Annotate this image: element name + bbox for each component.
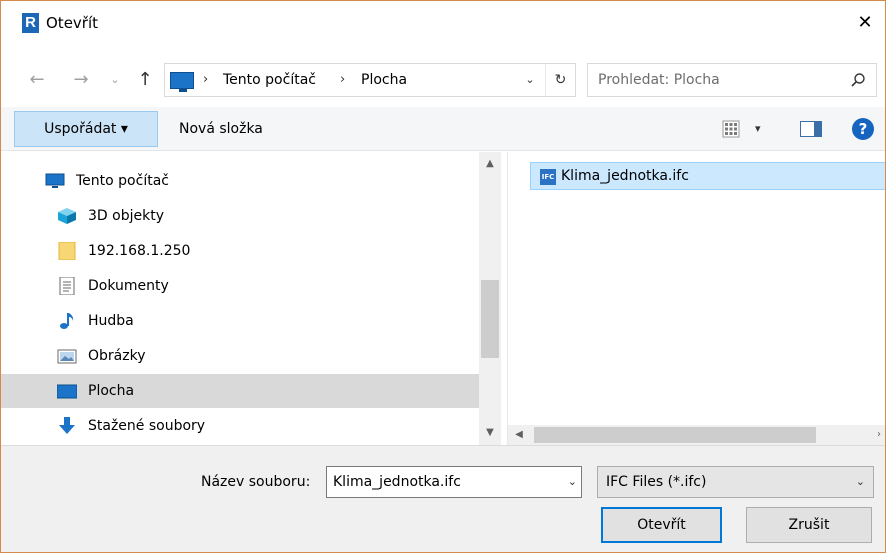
desktop-icon: [57, 384, 77, 399]
nav-item-downloads[interactable]: Stažené soubory: [1, 409, 479, 443]
open-file-dialog: R Otevřít ✕ ← → ⌄ ↑ › Tento počítač › Pl…: [0, 0, 886, 553]
nav-item-label: Tento počítač: [76, 173, 169, 189]
navigation-pane: Tento počítač 3D objekty 192.168.1.250 D…: [1, 152, 479, 445]
up-button[interactable]: ↑: [131, 63, 159, 97]
nav-item-network-folder[interactable]: 192.168.1.250: [1, 234, 479, 268]
file-list-horizontal-scrollbar[interactable]: ◀ ›: [508, 425, 885, 445]
nav-item-label: Dokumenty: [88, 278, 169, 294]
scroll-left-icon[interactable]: ◀: [508, 425, 530, 445]
address-dropdown-icon[interactable]: ⌄: [522, 64, 538, 96]
documents-icon: [59, 277, 75, 295]
downloads-icon: [59, 417, 75, 434]
nav-item-label: 192.168.1.250: [88, 243, 191, 259]
nav-item-3d-objects[interactable]: 3D objekty: [1, 199, 479, 233]
new-folder-button[interactable]: Nová složka: [179, 111, 263, 147]
refresh-button[interactable]: ↻: [545, 64, 575, 96]
ifc-file-icon: IFC: [540, 169, 556, 185]
scrollbar-thumb[interactable]: [534, 427, 816, 443]
breadcrumb-separator-icon[interactable]: ›: [203, 64, 208, 96]
filetype-dropdown-icon[interactable]: ⌄: [856, 467, 865, 497]
music-icon: [60, 313, 74, 329]
help-icon[interactable]: ?: [852, 118, 874, 140]
filetype-value: IFC Files (*.ifc): [606, 474, 707, 490]
nav-item-label: Obrázky: [88, 348, 146, 364]
command-toolbar: Uspořádat ▾ Nová složka ▾ ?: [1, 107, 885, 151]
nav-item-pictures[interactable]: Obrázky: [1, 339, 479, 373]
computer-icon: [45, 173, 65, 188]
3d-objects-icon: [58, 208, 76, 224]
open-button[interactable]: Otevřít: [601, 507, 722, 543]
nav-item-label: 3D objekty: [88, 208, 164, 224]
revit-app-icon: R: [22, 13, 39, 33]
preview-pane-icon[interactable]: [800, 121, 822, 137]
back-button[interactable]: ←: [23, 63, 51, 97]
filename-label: Název souboru:: [201, 474, 311, 490]
search-input[interactable]: [598, 64, 838, 96]
forward-button[interactable]: →: [67, 63, 95, 97]
scroll-up-icon[interactable]: ▲: [479, 152, 501, 176]
folder-icon: [58, 242, 76, 260]
organize-button[interactable]: Uspořádat ▾: [14, 111, 158, 147]
search-icon[interactable]: [850, 72, 866, 88]
breadcrumb-separator-icon[interactable]: ›: [340, 64, 345, 96]
nav-item-this-pc[interactable]: Tento počítač: [1, 164, 479, 198]
breadcrumb-desktop[interactable]: Plocha: [361, 64, 407, 96]
nav-item-label: Stažené soubory: [88, 418, 206, 434]
filename-combobox[interactable]: ⌄: [326, 466, 582, 498]
scrollbar-thumb[interactable]: [481, 280, 499, 358]
file-list: IFC Klima_jednotka.ifc: [508, 152, 885, 423]
scroll-right-icon[interactable]: ›: [877, 425, 885, 445]
nav-item-label: Hudba: [88, 313, 134, 329]
address-bar[interactable]: › Tento počítač › Plocha ⌄ ↻: [164, 63, 576, 97]
breadcrumb-this-pc[interactable]: Tento počítač: [223, 64, 316, 96]
close-button[interactable]: ✕: [843, 11, 885, 35]
nav-item-desktop[interactable]: Plocha: [1, 374, 479, 408]
dialog-footer: Název souboru: ⌄ IFC Files (*.ifc) ⌄ Ote…: [1, 445, 885, 552]
nav-item-documents[interactable]: Dokumenty: [1, 269, 479, 303]
filetype-select[interactable]: IFC Files (*.ifc) ⌄: [597, 466, 874, 498]
view-options-icon[interactable]: [722, 120, 740, 138]
address-row: ← → ⌄ ↑ › Tento počítač › Plocha ⌄ ↻: [1, 63, 885, 97]
recent-locations-chevron-icon[interactable]: ⌄: [107, 63, 123, 97]
file-item-klima-jednotka[interactable]: IFC Klima_jednotka.ifc: [530, 162, 885, 190]
view-dropdown-icon[interactable]: ▾: [755, 120, 761, 138]
pictures-icon: [57, 349, 77, 364]
nav-item-music[interactable]: Hudba: [1, 304, 479, 338]
search-box[interactable]: [587, 63, 877, 97]
file-item-label: Klima_jednotka.ifc: [561, 168, 689, 184]
title-bar: R Otevřít ✕: [1, 1, 885, 35]
navigation-scrollbar[interactable]: ▲ ▼: [479, 152, 501, 445]
filename-input[interactable]: [333, 467, 553, 497]
filename-dropdown-icon[interactable]: ⌄: [568, 467, 577, 497]
window-title: Otevřít: [46, 14, 99, 32]
computer-icon: [170, 72, 194, 92]
scroll-down-icon[interactable]: ▼: [479, 421, 501, 445]
cancel-button[interactable]: Zrušit: [746, 507, 872, 543]
nav-item-label: Plocha: [88, 383, 135, 399]
